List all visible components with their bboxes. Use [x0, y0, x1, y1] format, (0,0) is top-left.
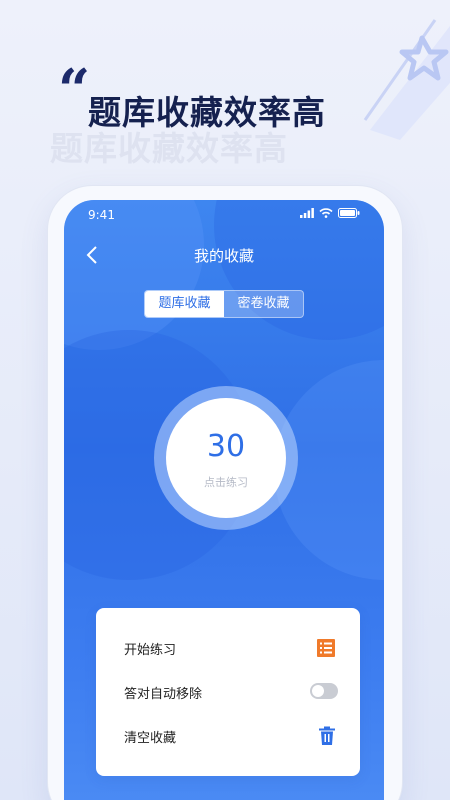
start-practice-label: 开始练习 [124, 643, 177, 658]
status-icons [300, 208, 360, 218]
trash-icon [319, 726, 335, 745]
battery-icon [338, 208, 360, 218]
practice-hint: 点击练习 [204, 476, 248, 489]
favorites-count: 30 [206, 429, 246, 464]
tab-secret-papers[interactable]: 密卷收藏 [224, 291, 303, 317]
promo-title: 题库收藏效率高 [88, 93, 326, 132]
auto-remove-toggle[interactable] [310, 683, 338, 699]
tab-question-bank[interactable]: 题库收藏 [145, 291, 224, 317]
status-bar: 9:41 [64, 200, 384, 230]
clear-favorites-label: 清空收藏 [124, 731, 177, 746]
signal-icon [300, 208, 314, 218]
practice-list-icon [317, 639, 335, 657]
quote-mark: “ [58, 57, 91, 123]
wifi-icon [319, 208, 333, 218]
page-title: 我的收藏 [193, 247, 254, 265]
auto-remove-row: 答对自动移除 [96, 670, 360, 714]
practice-counter-button[interactable]: 30 点击练习 [166, 398, 286, 518]
start-practice-row[interactable]: 开始练习 [96, 626, 360, 670]
auto-remove-label: 答对自动移除 [124, 687, 203, 702]
actions-card: 开始练习 答对自动移除 清空收藏 [96, 608, 360, 776]
collection-type-tabs: 题库收藏 密卷收藏 [144, 290, 304, 318]
decorative-star-shape [363, 19, 450, 140]
nav-bar: 我的收藏 [64, 240, 384, 270]
clear-favorites-row[interactable]: 清空收藏 [96, 714, 360, 758]
phone-screen: 9:41 我的收藏 题库收藏 密卷收藏 30 点击练习 开始练习 答对自动移除 … [64, 200, 384, 800]
practice-counter-ring: 30 点击练习 [154, 386, 298, 530]
toggle-knob [312, 685, 324, 697]
status-time: 9:41 [88, 208, 115, 222]
